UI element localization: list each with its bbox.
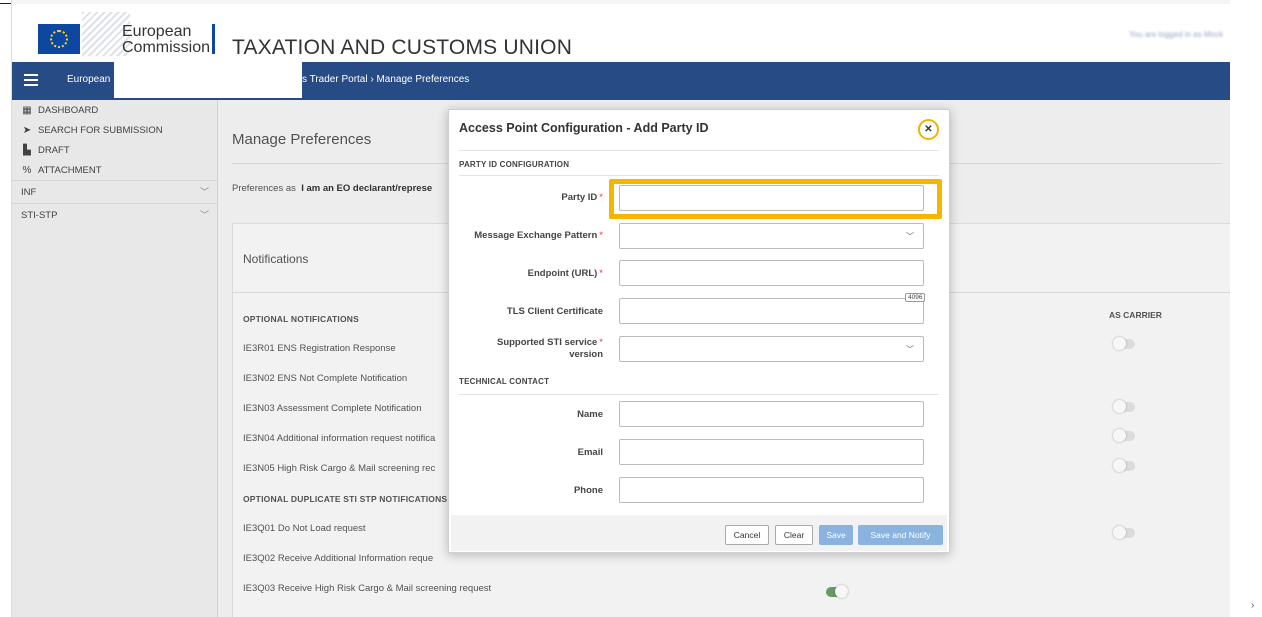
breadcrumb-start[interactable]: European [67, 74, 110, 85]
character-counter: 4096 [905, 293, 926, 302]
cancel-button[interactable]: Cancel [725, 525, 769, 545]
redaction-box [114, 62, 302, 98]
message-exchange-pattern-label: Message Exchange Pattern * [474, 230, 603, 241]
top-nav: European s Trader Portal › Manage Prefer… [12, 62, 1230, 100]
hamburger-menu-icon[interactable] [24, 74, 38, 86]
name-input[interactable] [619, 401, 924, 427]
breadcrumb[interactable]: s Trader Portal › Manage Preferences [302, 74, 469, 85]
message-exchange-pattern-select[interactable]: ﹀ [619, 223, 924, 249]
eu-flag-logo [38, 24, 80, 54]
sti-service-version-select[interactable]: ﹀ [619, 336, 924, 362]
save-button[interactable]: Save [819, 525, 853, 545]
add-party-id-dialog: Access Point Configuration - Add Party I… [448, 109, 950, 553]
section-party-id-configuration: PARTY ID CONFIGURATION [459, 160, 570, 169]
email-label: Email [577, 447, 603, 458]
phone-label: Phone [573, 485, 603, 496]
site-header: European Commission TAXATION AND CUSTOMS… [12, 4, 1230, 62]
window-edge [1230, 0, 1262, 617]
endpoint-url-input[interactable] [619, 260, 924, 286]
chevron-down-icon: ﹀ [906, 345, 914, 354]
close-icon[interactable]: ✕ [918, 119, 939, 140]
clear-button[interactable]: Clear [775, 525, 813, 545]
save-and-notify-button[interactable]: Save and Notify [858, 525, 943, 545]
sti-service-version-label: Supported STI service * version [496, 337, 603, 360]
section-technical-contact: TECHNICAL CONTACT [459, 377, 550, 386]
chevron-down-icon: ﹀ [906, 232, 914, 241]
scroll-arrow-icon[interactable]: › [1251, 600, 1254, 611]
app-title: TAXATION AND CUSTOMS UNION [232, 36, 573, 59]
phone-input[interactable] [619, 477, 924, 503]
email-field[interactable] [619, 439, 924, 465]
page: European Commission TAXATION AND CUSTOMS… [11, 0, 1230, 617]
highlight-box [609, 179, 942, 219]
org-name: European Commission [122, 23, 211, 56]
tls-client-certificate-input[interactable] [619, 298, 924, 324]
endpoint-url-label: Endpoint (URL) * [527, 268, 603, 279]
tls-client-certificate-label: TLS Client Certificate [506, 306, 603, 317]
login-status[interactable]: You are logged in as Mock [1129, 30, 1223, 39]
dialog-footer: Cancel Clear Save Save and Notify [451, 515, 947, 551]
dialog-title: Access Point Configuration - Add Party I… [459, 121, 709, 135]
logo-divider [212, 24, 215, 54]
party-id-label: Party ID * [561, 192, 603, 203]
name-label: Name [577, 409, 603, 420]
